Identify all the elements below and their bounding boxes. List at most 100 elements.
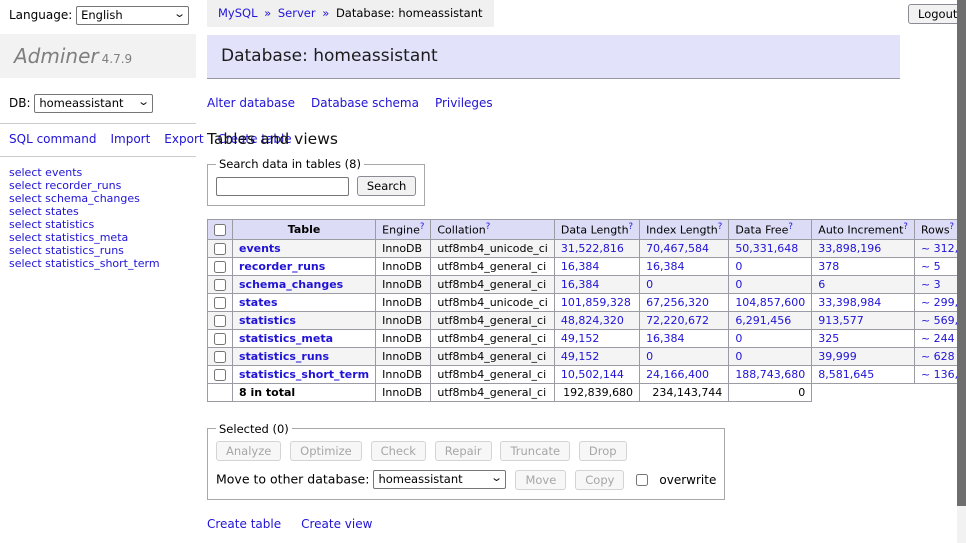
scrollbar[interactable] — [957, 0, 966, 543]
sidebar-item-select-events[interactable]: select events — [9, 166, 196, 179]
index-length-cell[interactable]: 0 — [640, 347, 729, 365]
privileges-link[interactable]: Privileges — [435, 96, 493, 110]
index-length-help-link[interactable]: ? — [718, 222, 723, 232]
engine-help-link[interactable]: ? — [420, 222, 425, 232]
optimize-button[interactable]: Optimize — [290, 441, 362, 461]
auto-increment-cell[interactable]: 6 — [812, 275, 915, 293]
table-name-link[interactable]: statistics — [239, 314, 296, 327]
breadcrumb-separator: » — [264, 6, 271, 20]
sidebar-import-link[interactable]: Import — [110, 132, 150, 146]
db-select-wrap: homeassistant — [34, 94, 153, 113]
data-free-cell[interactable]: 50,331,648 — [729, 239, 812, 257]
sidebar-item-select-statistics-short-term[interactable]: select statistics_short_term — [9, 257, 196, 270]
database-schema-link[interactable]: Database schema — [311, 96, 419, 110]
index-length-cell[interactable]: 16,384 — [640, 329, 729, 347]
sidebar-item-select-statistics-meta[interactable]: select statistics_meta — [9, 231, 196, 244]
move-button[interactable]: Move — [515, 470, 566, 490]
data-free-cell[interactable]: 0 — [729, 347, 812, 365]
row-checkbox[interactable] — [214, 261, 226, 273]
data-length-cell[interactable]: 49,152 — [554, 329, 639, 347]
collation-help-link[interactable]: ? — [486, 222, 491, 232]
repair-button[interactable]: Repair — [435, 441, 492, 461]
scrollbar-thumb[interactable] — [957, 0, 966, 506]
row-checkbox[interactable] — [214, 351, 226, 363]
row-checkbox[interactable] — [214, 369, 226, 381]
table-name-link[interactable]: statistics_meta — [239, 332, 333, 345]
table-name-link[interactable]: schema_changes — [239, 278, 343, 291]
row-checkbox[interactable] — [214, 315, 226, 327]
select-all-checkbox[interactable] — [214, 224, 226, 236]
data-free-cell[interactable]: 6,291,456 — [729, 311, 812, 329]
truncate-button[interactable]: Truncate — [500, 441, 570, 461]
auto-increment-help-link[interactable]: ? — [903, 222, 908, 232]
sidebar-export-link[interactable]: Export — [164, 132, 203, 146]
row-checkbox[interactable] — [214, 279, 226, 291]
copy-button[interactable]: Copy — [575, 470, 624, 490]
index-length-cell[interactable]: 24,166,400 — [640, 365, 729, 383]
table-name-link[interactable]: events — [239, 242, 281, 255]
sidebar-actions: SQL commandImportExportCreate table — [0, 124, 196, 156]
sidebar-item-select-statistics-runs[interactable]: select statistics_runs — [9, 244, 196, 257]
move-db-select[interactable]: homeassistant — [373, 470, 506, 489]
data-length-cell[interactable]: 16,384 — [554, 257, 639, 275]
index-length-cell[interactable]: 16,384 — [640, 257, 729, 275]
overwrite-checkbox[interactable] — [636, 474, 648, 486]
data-free-cell[interactable]: 0 — [729, 329, 812, 347]
rows-help-link[interactable]: ? — [950, 222, 955, 232]
index-length-cell[interactable]: 70,467,584 — [640, 239, 729, 257]
breadcrumb-server-link[interactable]: Server — [278, 6, 316, 20]
table-name-link[interactable]: statistics_runs — [239, 350, 329, 363]
data-free-cell[interactable]: 0 — [729, 275, 812, 293]
data-free-cell[interactable]: 188,743,680 — [729, 365, 812, 383]
analyze-button[interactable]: Analyze — [216, 441, 281, 461]
auto-increment-cell[interactable]: 33,898,196 — [812, 239, 915, 257]
row-checkbox[interactable] — [214, 333, 226, 345]
auto-increment-cell[interactable]: 913,577 — [812, 311, 915, 329]
total-data-length: 192,839,680 — [554, 383, 639, 401]
data-length-cell[interactable]: 10,502,144 — [554, 365, 639, 383]
data-length-help-link[interactable]: ? — [629, 222, 634, 232]
sidebar-item-select-recorder-runs[interactable]: select recorder_runs — [9, 179, 196, 192]
row-checkbox[interactable] — [214, 243, 226, 255]
search-input[interactable] — [216, 177, 349, 196]
data-free-cell[interactable]: 0 — [729, 257, 812, 275]
auto-increment-cell[interactable]: 39,999 — [812, 347, 915, 365]
index-length-cell[interactable]: 67,256,320 — [640, 293, 729, 311]
table-name-link[interactable]: states — [239, 296, 278, 309]
data-length-cell[interactable]: 16,384 — [554, 275, 639, 293]
db-select[interactable]: homeassistant — [34, 94, 153, 113]
drop-button[interactable]: Drop — [579, 441, 627, 461]
data-length-cell[interactable]: 101,859,328 — [554, 293, 639, 311]
auto-increment-cell[interactable]: 8,581,645 — [812, 365, 915, 383]
table-name-link[interactable]: recorder_runs — [239, 260, 325, 273]
data-free-help-link[interactable]: ? — [788, 222, 793, 232]
search-button[interactable]: Search — [357, 176, 417, 196]
move-db-select-wrap: homeassistant — [373, 470, 506, 489]
sidebar-item-select-states[interactable]: select states — [9, 205, 196, 218]
auto-increment-cell[interactable]: 325 — [812, 329, 915, 347]
app-version: 4.7.9 — [102, 52, 133, 66]
data-length-cell[interactable]: 48,824,320 — [554, 311, 639, 329]
table-name-link[interactable]: statistics_short_term — [239, 368, 369, 381]
sidebar-item-select-schema-changes[interactable]: select schema_changes — [9, 192, 196, 205]
sidebar-item-select-statistics[interactable]: select statistics — [9, 218, 196, 231]
alter-database-link[interactable]: Alter database — [207, 96, 295, 110]
breadcrumb-mysql-link[interactable]: MySQL — [218, 6, 258, 20]
auto-increment-cell[interactable]: 33,398,984 — [812, 293, 915, 311]
brand-band: Adminer4.7.9 — [0, 34, 196, 78]
index-length-cell[interactable]: 72,220,672 — [640, 311, 729, 329]
collation-cell: utf8mb4_general_ci — [431, 275, 554, 293]
data-length-cell[interactable]: 49,152 — [554, 347, 639, 365]
row-checkbox[interactable] — [214, 297, 226, 309]
data-length-cell[interactable]: 31,522,816 — [554, 239, 639, 257]
data-free-cell[interactable]: 104,857,600 — [729, 293, 812, 311]
index-length-cell[interactable]: 0 — [640, 275, 729, 293]
row-checkbox-cell — [208, 329, 233, 347]
check-button[interactable]: Check — [371, 441, 426, 461]
auto-increment-cell[interactable]: 378 — [812, 257, 915, 275]
total-index-length: 234,143,744 — [640, 383, 729, 401]
create-view-link[interactable]: Create view — [301, 517, 372, 531]
language-select[interactable]: English — [76, 6, 189, 25]
create-table-link[interactable]: Create table — [207, 517, 281, 531]
sidebar-sql-command-link[interactable]: SQL command — [9, 132, 96, 146]
